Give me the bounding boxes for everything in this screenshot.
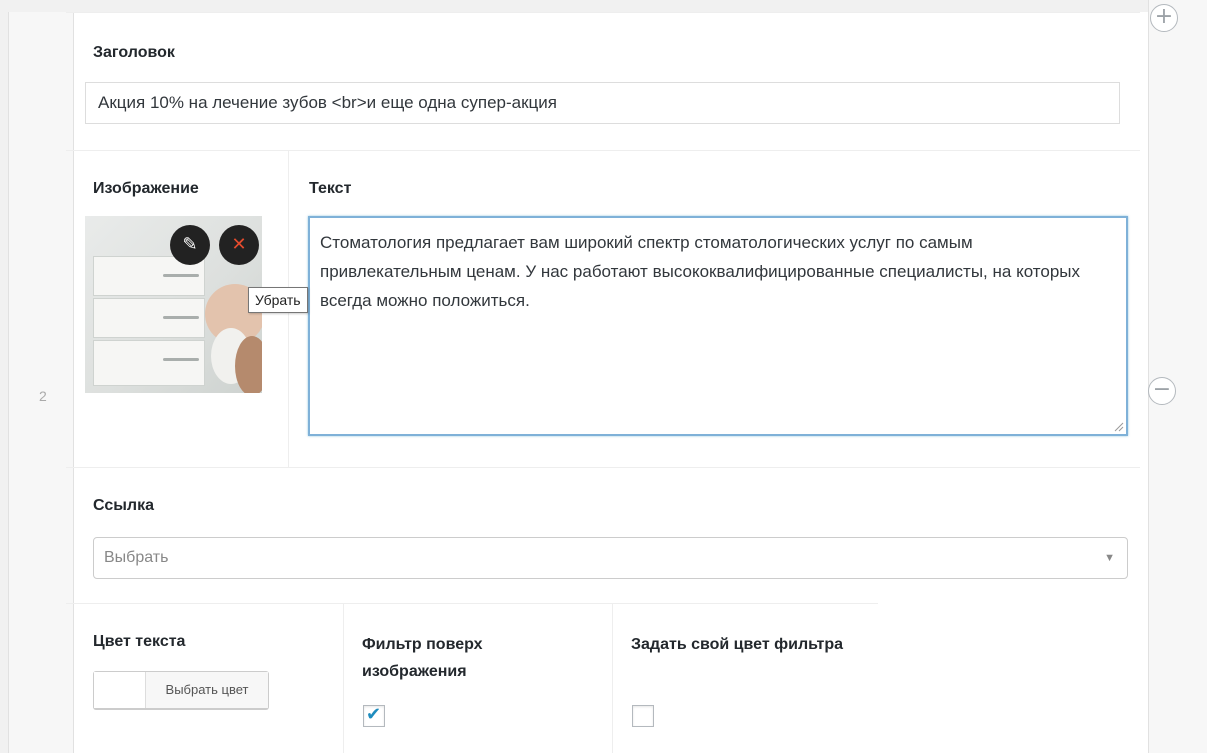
link-select-placeholder: Выбрать (104, 549, 169, 566)
remove-image-button[interactable]: ✕ (219, 225, 259, 265)
top-border (66, 12, 1140, 13)
overlay-filter-checkbox[interactable]: ✔ (363, 704, 385, 727)
text-textarea[interactable]: Стоматология предлагает вам широкий спек… (308, 216, 1128, 436)
textarea-content: Стоматология предлагает вам широкий спек… (320, 233, 1081, 310)
color-swatch (94, 672, 146, 708)
remove-row-icon[interactable]: − (1148, 377, 1176, 405)
link-label: Ссылка (93, 497, 154, 514)
pencil-icon: ✎ (182, 234, 198, 255)
custom-filter-color-label: Задать свой цвет фильтра (631, 636, 844, 653)
chevron-down-icon: ▼ (1104, 552, 1115, 564)
color-picker-label: Выбрать цвет (146, 672, 268, 708)
link-select[interactable]: Выбрать ▼ (93, 537, 1128, 579)
resize-grip-icon[interactable] (1114, 422, 1124, 432)
title-label: Заголовок (93, 44, 175, 61)
divider (66, 603, 878, 604)
add-row-icon[interactable]: + (1150, 4, 1178, 32)
row-handle[interactable]: 2 (8, 12, 74, 753)
close-icon: ✕ (231, 234, 247, 255)
checkmark-icon: ✔ (366, 704, 382, 725)
divider (343, 603, 344, 753)
color-picker-button[interactable]: Выбрать цвет (93, 671, 269, 709)
remove-tooltip: Убрать (248, 287, 308, 313)
title-input[interactable]: Акция 10% на лечение зубов <br>и еще одн… (85, 82, 1120, 124)
divider (612, 603, 613, 753)
row-number: 2 (39, 388, 47, 404)
text-color-label: Цвет текста (93, 633, 186, 650)
edit-image-button[interactable]: ✎ (170, 225, 210, 265)
text-label: Текст (309, 180, 352, 197)
image-label: Изображение (93, 180, 199, 197)
divider (66, 150, 1140, 151)
overlay-filter-label: Фильтр поверх изображения (362, 636, 483, 680)
divider (66, 467, 1140, 468)
custom-filter-color-checkbox[interactable] (632, 705, 654, 727)
